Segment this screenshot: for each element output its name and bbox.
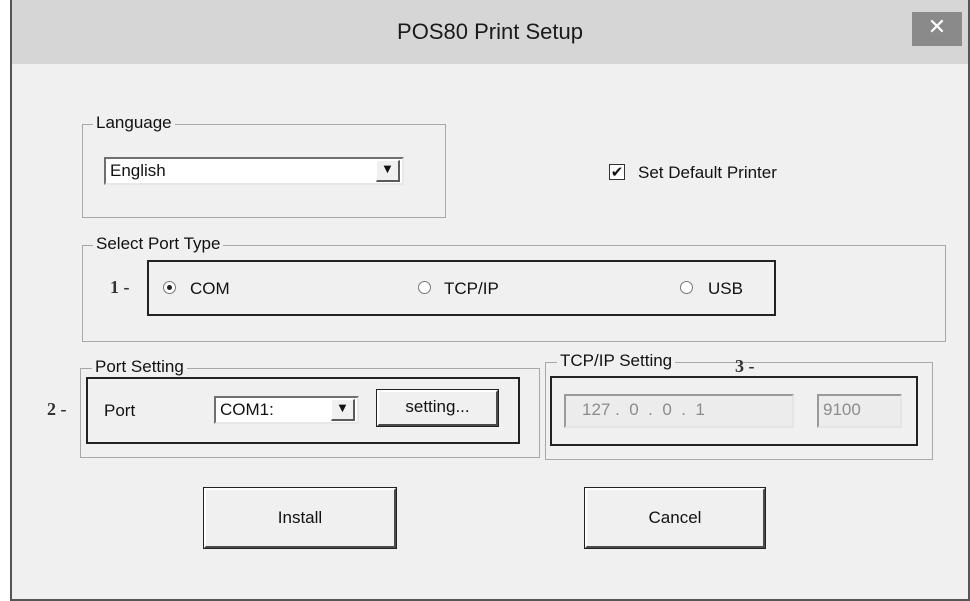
language-dropdown[interactable]: English ▼ <box>104 157 404 185</box>
chevron-down-icon[interactable]: ▼ <box>331 399 355 421</box>
window-title: POS80 Print Setup <box>397 19 583 44</box>
annotation-marker-2: 2 - <box>47 399 67 419</box>
port-setting-button[interactable]: setting... <box>377 390 498 426</box>
install-button-frame: Install <box>203 487 397 549</box>
language-selected-value: English <box>110 161 166 180</box>
port-dropdown[interactable]: COM1: ▼ <box>214 396 359 424</box>
radio-com-label: COM <box>190 279 230 298</box>
annotation-marker-3: 3 - <box>735 356 755 376</box>
port-setting-group-label: Port Setting <box>92 357 187 377</box>
port-label: Port <box>104 401 136 420</box>
radio-usb-label: USB <box>708 279 743 298</box>
port-type-group-label: Select Port Type <box>93 234 224 254</box>
tcpip-setting-group-label: TCP/IP Setting <box>557 351 676 371</box>
close-icon[interactable]: ✕ <box>912 12 962 46</box>
cancel-button[interactable]: Cancel <box>585 488 765 548</box>
port-selected-value: COM1: <box>220 400 274 419</box>
default-printer-checkbox[interactable]: ✔ <box>609 164 625 180</box>
radio-com[interactable] <box>163 281 176 294</box>
ip-address-field[interactable]: 127 . 0 . 0 . 1 <box>564 394 794 428</box>
radio-tcpip[interactable] <box>418 281 431 294</box>
annotation-marker-1: 1 - <box>110 277 130 297</box>
chevron-down-icon[interactable]: ▼ <box>376 160 400 182</box>
tcp-port-field[interactable]: 9100 <box>817 394 902 428</box>
install-button[interactable]: Install <box>204 488 396 548</box>
radio-usb[interactable] <box>680 281 693 294</box>
language-group-label: Language <box>93 113 175 133</box>
radio-tcpip-label: TCP/IP <box>444 279 499 298</box>
cancel-button-frame: Cancel <box>584 487 766 549</box>
setting-button-frame: setting... <box>376 389 499 427</box>
default-printer-label: Set Default Printer <box>638 163 777 182</box>
